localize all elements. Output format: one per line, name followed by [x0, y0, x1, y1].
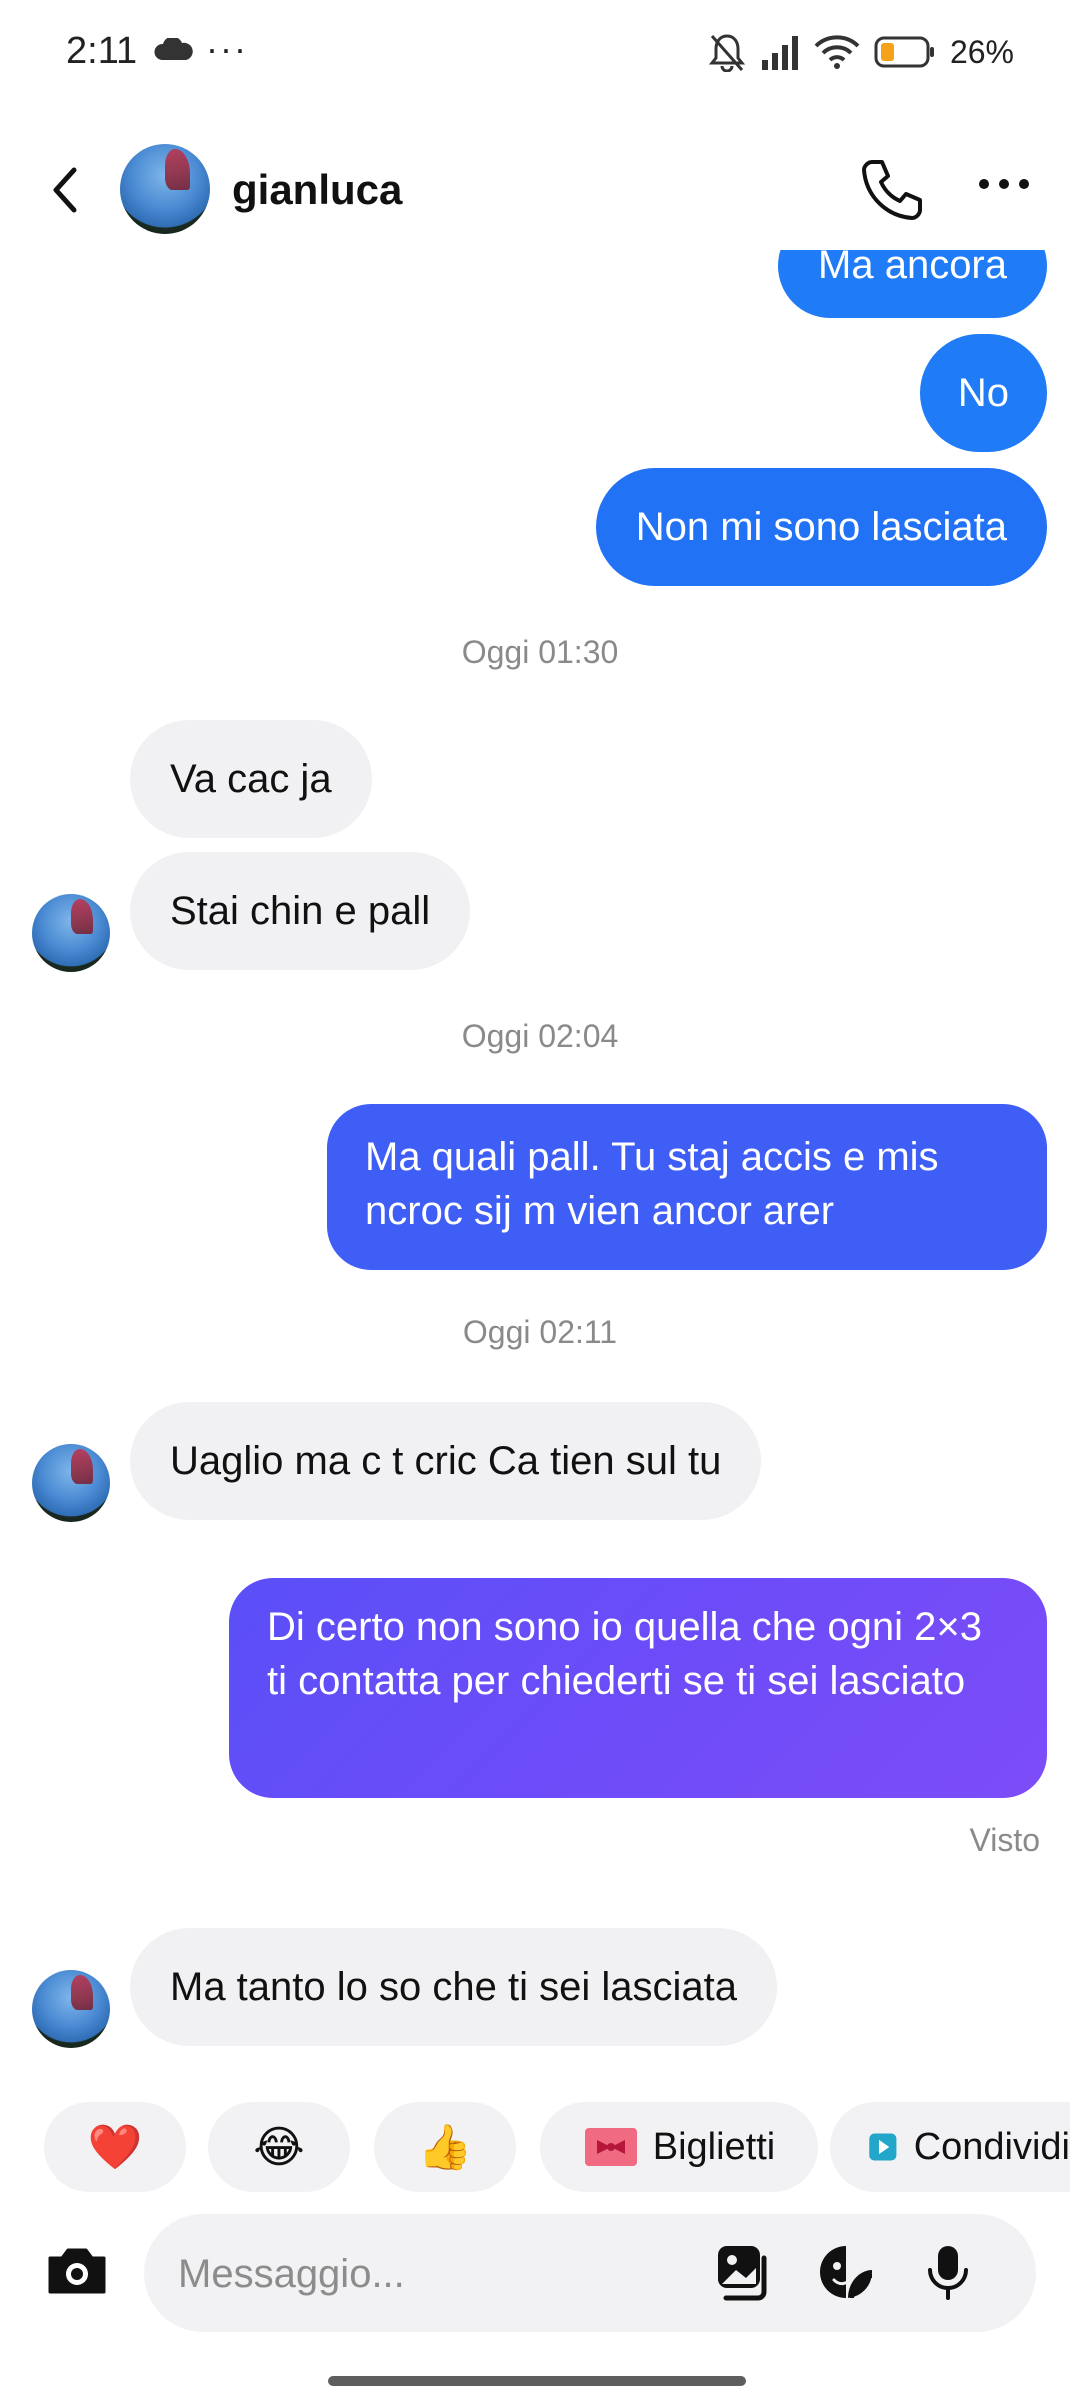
gallery-icon[interactable]	[712, 2242, 772, 2302]
message-text: No	[957, 371, 1009, 415]
message-text: Ma quali pall. Tu staj accis e mis ncroc…	[365, 1135, 939, 1233]
thumbs-up-icon: 👍	[417, 2123, 473, 2172]
message-text: Va cac ja	[170, 757, 332, 801]
chip-label: Condividi	[913, 2125, 1070, 2168]
microphone-icon[interactable]	[918, 2240, 978, 2304]
sender-avatar[interactable]	[32, 1444, 110, 1522]
status-bar: 2:11 ··· 26%	[0, 0, 1080, 110]
seen-indicator: Visto	[969, 1822, 1040, 1858]
quick-reaction-thumbs-up[interactable]: 👍	[374, 2102, 516, 2192]
message-incoming[interactable]: Stai chin e pall	[130, 852, 471, 970]
status-time: 2:11	[66, 30, 138, 72]
chat-header: gianluca	[0, 130, 1080, 250]
message-outgoing[interactable]: Di certo non sono io quella che ogni 2×3…	[229, 1578, 1047, 1798]
message-text: Ma ancora	[818, 250, 1007, 287]
play-share-icon	[869, 2133, 897, 2161]
quick-action-share[interactable]: Condividi	[830, 2102, 1070, 2192]
message-text: Stai chin e pall	[170, 889, 431, 933]
more-icon[interactable]	[974, 164, 1034, 204]
timestamp: Oggi 02:04	[461, 1018, 619, 1054]
chip-label: Biglietti	[652, 2125, 776, 2168]
timestamp: Oggi 02:11	[462, 1314, 618, 1350]
timestamp: Oggi 01:30	[461, 634, 619, 670]
ticket-icon	[584, 2128, 637, 2166]
message-input[interactable]	[176, 2240, 680, 2308]
quick-reaction-heart[interactable]: ❤️	[44, 2102, 186, 2192]
message-list: Ma ancora No Non mi sono lasciata Oggi 0…	[0, 250, 1080, 2070]
sender-avatar[interactable]	[32, 894, 110, 972]
message-outgoing[interactable]: Ma ancora	[778, 250, 1047, 318]
contact-name[interactable]: gianluca	[232, 166, 402, 214]
wifi-icon	[814, 35, 860, 69]
camera-icon[interactable]	[42, 2236, 112, 2306]
more-dots-icon: ···	[206, 28, 248, 69]
back-arrow-icon[interactable]	[40, 160, 88, 220]
quick-reaction-laugh[interactable]: 😂	[208, 2102, 350, 2192]
message-incoming[interactable]: Va cac ja	[130, 720, 372, 838]
message-text: Di certo non sono io quella che ogni 2×3…	[267, 1605, 982, 1703]
bell-muted-icon	[708, 34, 746, 72]
heart-icon: ❤️	[87, 2123, 143, 2172]
status-icons: 26%	[708, 32, 1014, 72]
home-indicator[interactable]	[328, 2376, 746, 2386]
message-incoming[interactable]: Ma tanto lo so che ti sei lasciata	[130, 1928, 777, 2046]
cloud-icon	[154, 38, 193, 60]
message-outgoing[interactable]: Non mi sono lasciata	[595, 468, 1047, 586]
signal-icon	[761, 36, 798, 70]
contact-avatar[interactable]	[120, 144, 210, 234]
message-outgoing[interactable]: Ma quali pall. Tu staj accis e mis ncroc…	[327, 1104, 1047, 1270]
chat-screen: 2:11 ··· 26% gianluca Ma ancora No Non m…	[0, 0, 1080, 2400]
sticker-icon[interactable]	[816, 2242, 876, 2302]
laugh-emoji-icon: 😂	[253, 2122, 305, 2172]
message-text: Ma tanto lo so che ti sei lasciata	[170, 1965, 737, 2009]
battery-icon	[874, 36, 934, 68]
message-incoming[interactable]: Uaglio ma c t cric Ca tien sul tu	[130, 1402, 762, 1520]
sender-avatar[interactable]	[32, 1970, 110, 2048]
battery-percent: 26%	[949, 33, 1014, 70]
message-text: Uaglio ma c t cric Ca tien sul tu	[170, 1439, 722, 1483]
quick-action-tickets[interactable]: Biglietti	[540, 2102, 818, 2192]
message-text: Non mi sono lasciata	[635, 505, 1007, 549]
phone-icon[interactable]	[858, 156, 926, 224]
message-outgoing[interactable]: No	[919, 334, 1047, 452]
message-composer[interactable]	[144, 2214, 1036, 2332]
